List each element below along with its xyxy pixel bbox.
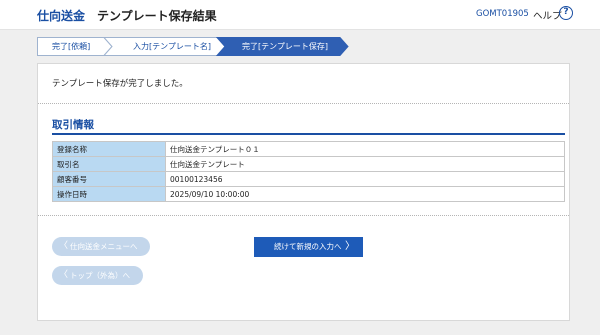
step-template-name-input: 入力[テンプレート名] [133,42,212,51]
chevron-left-icon: 〈 [59,241,69,251]
table-row: 操作日時 2025/09/10 10:00:00 [52,186,565,202]
chevron-right-icon: 〉 [345,241,355,252]
page-title: テンプレート保存結果 [97,9,217,23]
row-label: 取引名 [52,156,166,172]
section-title: 取引情報 [52,119,94,131]
row-value: 仕向送金テンプレート [165,156,565,172]
transaction-info-table: 登録名称 仕向送金テンプレート０１ 取引名 仕向送金テンプレート 顧客番号 00… [52,141,565,202]
section-rule [52,133,565,135]
table-row: 顧客番号 00100123456 [52,171,565,187]
progress-steps: 完了[依頼] 入力[テンプレート名] 完了[テンプレート保存] [37,37,349,56]
row-label: 操作日時 [52,186,166,202]
divider [38,215,569,216]
row-value: 2025/09/10 10:00:00 [165,186,565,202]
row-label: 登録名称 [52,141,166,157]
row-value: 00100123456 [165,171,565,187]
table-row: 取引名 仕向送金テンプレート [52,156,565,172]
completion-message: テンプレート保存が完了しました。 [52,79,188,89]
continue-new-input-button[interactable]: 続けて新規の入力へ 〉 [254,237,363,257]
help-link[interactable]: ヘルプ [533,8,562,22]
divider [38,103,569,104]
chevron-left-icon: 〈 [59,270,69,280]
help-icon[interactable]: ? [559,6,573,20]
button-label: トップ（外為）へ [70,271,130,280]
back-to-menu-button[interactable]: 〈 仕向送金メニューへ [52,237,150,256]
result-panel: テンプレート保存が完了しました。 取引情報 登録名称 仕向送金テンプレート０１ … [37,63,570,321]
row-value: 仕向送金テンプレート０１ [165,141,565,157]
button-label: 仕向送金メニューへ [70,242,138,251]
button-label: 続けて新規の入力へ [274,242,342,251]
back-to-top-button[interactable]: 〈 トップ（外為）へ [52,266,143,285]
row-label: 顧客番号 [52,171,166,187]
table-row: 登録名称 仕向送金テンプレート０１ [52,141,565,157]
step-completed-request: 完了[依頼] [52,42,91,51]
service-name: 仕向送金 [37,9,86,23]
screen-id: GOMT01905 [476,9,529,19]
app-header: 仕向送金 テンプレート保存結果 GOMT01905 ヘルプ ? [0,0,600,30]
step-template-saved: 完了[テンプレート保存] [242,42,329,51]
